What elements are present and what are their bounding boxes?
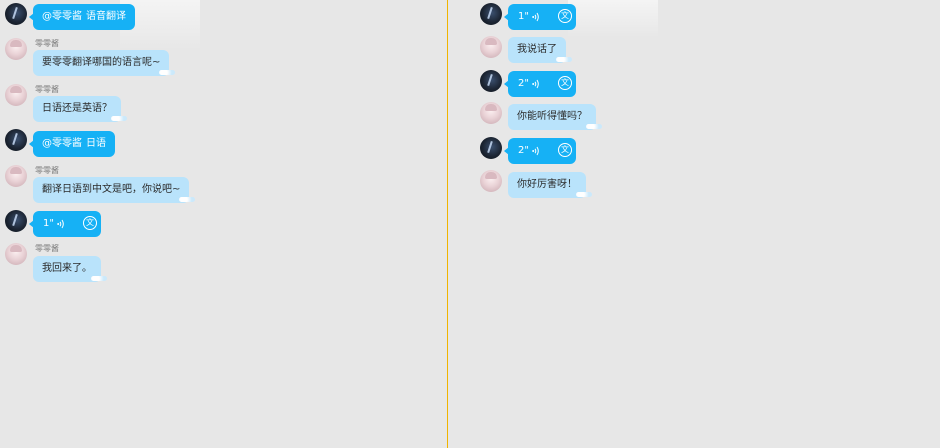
- avatar[interactable]: [5, 38, 27, 60]
- message-bubble[interactable]: 日语还是英语？: [33, 96, 127, 122]
- avatar[interactable]: [480, 170, 502, 192]
- avatar[interactable]: [5, 243, 27, 265]
- avatar[interactable]: [480, 102, 502, 124]
- sender-name: 零零酱: [35, 85, 59, 94]
- message-text: 日语还是英语？: [42, 103, 112, 114]
- background-streak: [568, 0, 658, 38]
- voice-message-bubble[interactable]: 2" 文: [504, 138, 576, 164]
- message-text: 我回来了。: [42, 263, 92, 274]
- voice-duration: 2": [518, 78, 529, 89]
- message-bubble[interactable]: @零零酱 日语: [29, 131, 115, 157]
- avatar[interactable]: [5, 3, 27, 25]
- avatar[interactable]: [5, 210, 27, 232]
- translate-icon[interactable]: 文: [558, 76, 572, 90]
- voice-message-bubble[interactable]: 2" 文: [504, 71, 576, 97]
- voice-message-bubble[interactable]: 1" 文: [504, 4, 576, 30]
- message-bubble[interactable]: 我说话了: [508, 37, 572, 63]
- sender-name: 零零酱: [35, 39, 59, 48]
- message-text: 你好厉害呀！: [517, 179, 577, 190]
- message-bubble[interactable]: 你能听得懂吗？: [508, 104, 602, 130]
- message-text: 翻译日语到中文是吧，你说吧~: [42, 184, 181, 195]
- avatar[interactable]: [480, 137, 502, 159]
- sender-name: 零零酱: [35, 166, 59, 175]
- avatar[interactable]: [480, 70, 502, 92]
- avatar[interactable]: [5, 165, 27, 187]
- voice-duration: 2": [518, 145, 529, 156]
- message-text: 你能听得懂吗？: [517, 111, 587, 122]
- voice-message-bubble[interactable]: 1" 文: [29, 211, 101, 237]
- message-bubble[interactable]: 我回来了。: [33, 256, 107, 282]
- translate-icon[interactable]: 文: [558, 143, 572, 157]
- voice-duration: 1": [518, 11, 529, 22]
- voice-wave-icon: [532, 12, 539, 22]
- avatar[interactable]: [5, 129, 27, 151]
- message-bubble[interactable]: 要零零翻译哪国的语言呢~: [33, 50, 176, 76]
- sender-name: 零零酱: [35, 244, 59, 253]
- avatar[interactable]: [5, 84, 27, 106]
- message-bubble[interactable]: 翻译日语到中文是吧，你说吧~: [33, 177, 196, 203]
- voice-wave-icon: [57, 219, 64, 229]
- voice-wave-icon: [532, 79, 539, 89]
- mention-tag[interactable]: @零零酱: [42, 138, 82, 149]
- mention-tag[interactable]: @零零酱: [42, 11, 82, 22]
- message-text: 语音翻译: [86, 11, 126, 22]
- avatar[interactable]: [480, 36, 502, 58]
- message-bubble[interactable]: @零零酱 语音翻译: [29, 4, 135, 30]
- right-chat-pane: 1" 文 我说话了 2" 文 你能听得懂吗？ 2" 文 你好厉害呀！: [448, 0, 940, 448]
- avatar[interactable]: [480, 3, 502, 25]
- translate-icon[interactable]: 文: [558, 9, 572, 23]
- message-text: 我说话了: [517, 44, 557, 55]
- message-text: 日语: [86, 138, 106, 149]
- translate-icon[interactable]: 文: [83, 216, 97, 230]
- voice-duration: 1": [43, 218, 54, 229]
- voice-wave-icon: [532, 146, 539, 156]
- message-text: 要零零翻译哪国的语言呢~: [42, 57, 161, 68]
- left-chat-pane: @零零酱 语音翻译 零零酱 要零零翻译哪国的语言呢~ 零零酱 日语还是英语？ @零…: [0, 0, 447, 448]
- message-bubble[interactable]: 你好厉害呀！: [508, 172, 592, 198]
